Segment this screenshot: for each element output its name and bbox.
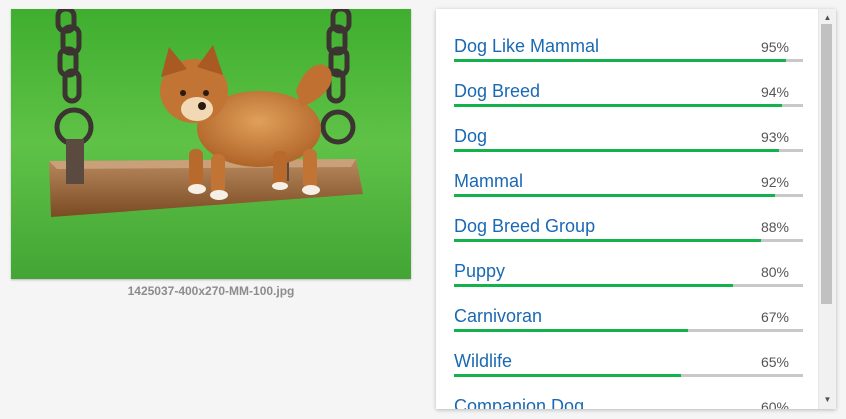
- arrow-up-icon[interactable]: ▲: [819, 11, 836, 25]
- image-pane: 1425037-400x270-MM-100.jpg: [11, 9, 411, 298]
- label-row: Dog Like Mammal 95%: [454, 9, 803, 62]
- scrollbar-thumb[interactable]: [821, 24, 832, 304]
- label-name-link[interactable]: Companion Dog: [454, 395, 584, 409]
- labels-panel[interactable]: Dog Like Mammal 95% Dog Breed 94% Dog 93% Mamm…: [436, 9, 836, 409]
- label-row: Carnivoran 67%: [454, 279, 803, 332]
- label-row: Companion Dog 60%: [454, 369, 803, 409]
- label-row: Dog Breed 94%: [454, 54, 803, 107]
- label-row: Mammal 92%: [454, 144, 803, 197]
- label-score-percent: 60%: [760, 399, 789, 409]
- label-row: Puppy 80%: [454, 234, 803, 287]
- label-row: Dog 93%: [454, 99, 803, 152]
- puppy-on-swing-image: [11, 9, 411, 279]
- image-filename: 1425037-400x270-MM-100.jpg: [127, 284, 295, 298]
- label-row: Wildlife 65%: [454, 324, 803, 377]
- label-row: Dog Breed Group 88%: [454, 189, 803, 242]
- scrollbar[interactable]: ▲ ▼: [818, 9, 836, 409]
- arrow-down-icon[interactable]: ▼: [819, 393, 836, 407]
- uploaded-photo: [11, 9, 411, 279]
